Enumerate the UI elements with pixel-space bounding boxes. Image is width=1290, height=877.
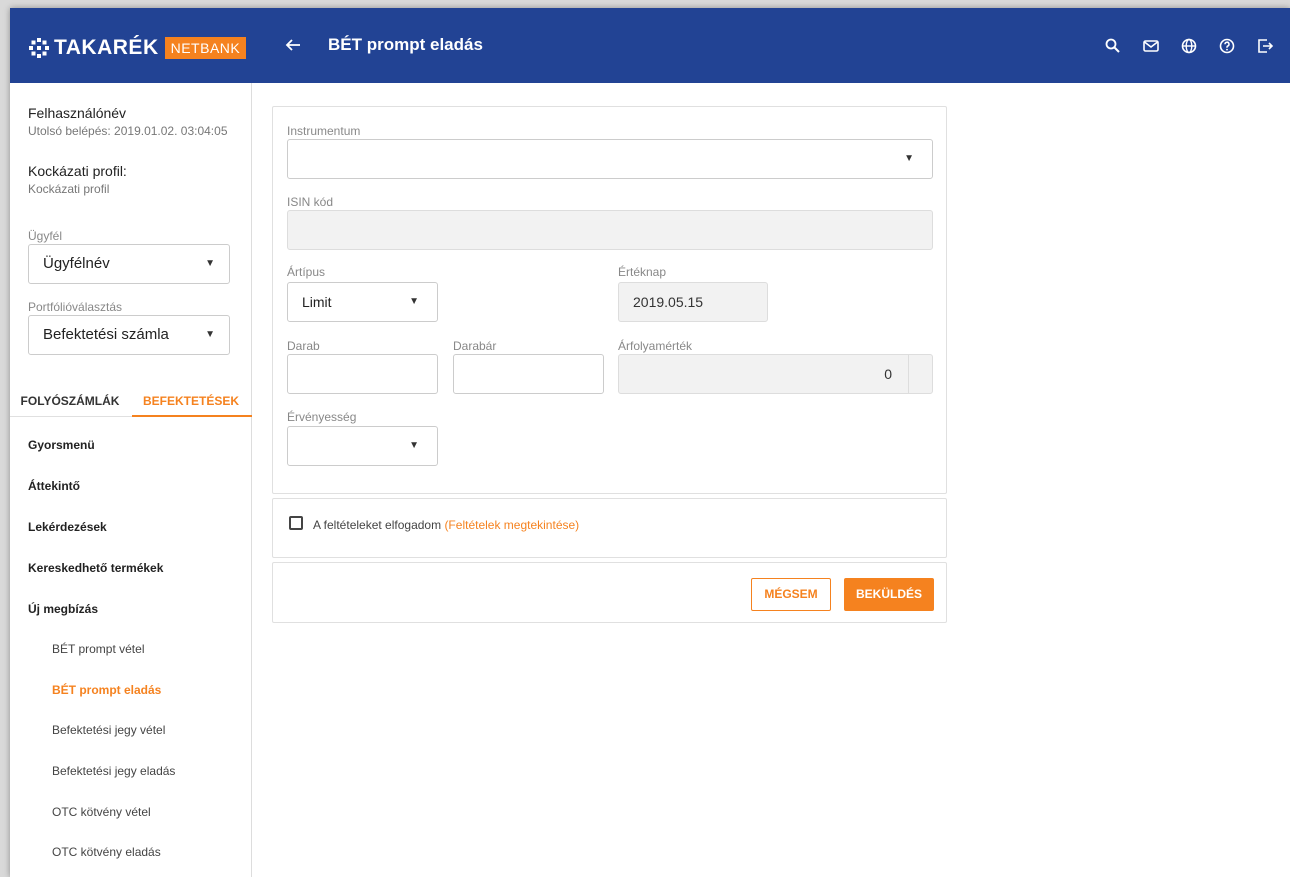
rate-value-suffix (908, 355, 932, 393)
user-name: Felhasználónév (28, 105, 127, 121)
cancel-button[interactable]: MÉGSEM (751, 578, 831, 611)
submenu-item-bet-buy[interactable]: BÉT prompt vétel (52, 642, 144, 656)
value-date-label: Értéknap (618, 265, 667, 279)
value-date-value: 2019.05.15 (633, 294, 704, 310)
submenu-item-otc-sell[interactable]: OTC kötvény eladás (52, 845, 161, 859)
chevron-down-icon: ▼ (205, 329, 215, 340)
rate-value-label: Árfolyamérték (618, 339, 693, 353)
isin-label: ISIN kód (287, 195, 334, 209)
logo-mark-icon (28, 37, 50, 59)
risk-profile-value: Kockázati profil (28, 182, 110, 196)
last-login: Utolsó belépés: 2019.01.02. 03:04:05 (28, 124, 228, 138)
menu-item-overview[interactable]: Áttekintő (28, 479, 80, 493)
active-tab-indicator (132, 415, 252, 417)
logout-icon[interactable] (1254, 35, 1276, 57)
portfolio-select-value: Befektetési számla (43, 326, 169, 343)
terms-label: A feltételeket elfogadom (Feltételek meg… (313, 518, 579, 532)
validity-label: Érvényesség (287, 410, 357, 424)
instrument-label: Instrumentum (287, 124, 361, 138)
quantity-label: Darab (287, 339, 320, 353)
sidebar-tabs: FOLYÓSZÁMLÁK BEFEKTETÉSEK (10, 379, 252, 417)
tab-investments[interactable]: BEFEKTETÉSEK (130, 394, 252, 408)
menu-item-tradable-products[interactable]: Kereskedhető termékek (28, 561, 163, 575)
price-type-value: Limit (302, 294, 332, 310)
chevron-down-icon: ▼ (205, 258, 215, 269)
submenu-item-otc-buy[interactable]: OTC kötvény vétel (52, 805, 151, 819)
terms-text: A feltételeket elfogadom (313, 518, 442, 532)
actions-card: MÉGSEM BEKÜLDÉS (272, 562, 947, 623)
terms-link[interactable]: (Feltételek megtekintése) (444, 518, 579, 532)
mail-icon[interactable] (1140, 35, 1162, 57)
submit-button[interactable]: BEKÜLDÉS (844, 578, 934, 611)
risk-profile-title: Kockázati profil: (28, 163, 127, 179)
globe-icon[interactable] (1178, 35, 1200, 57)
chevron-down-icon: ▼ (409, 296, 419, 307)
submenu-item-bet-sell[interactable]: BÉT prompt eladás (52, 683, 161, 697)
search-icon[interactable] (1102, 35, 1124, 57)
portfolio-label: Portfólióválasztás (28, 300, 123, 314)
unit-price-label: Darabár (453, 339, 497, 353)
chevron-down-icon: ▼ (409, 440, 419, 451)
rate-value-value: 0 (884, 366, 892, 382)
back-arrow-icon[interactable] (282, 36, 304, 58)
validity-select[interactable]: ▼ (287, 426, 438, 466)
instrument-select[interactable]: ▼ (287, 139, 933, 179)
quantity-input[interactable] (287, 354, 438, 394)
rate-value-field: 0 (618, 354, 933, 394)
app-window: TAKARÉK NETBANK BÉT prompt eladás Felhas… (10, 8, 1290, 877)
logo-text: TAKARÉK (54, 36, 159, 59)
price-type-label: Ártípus (287, 265, 326, 279)
submenu-item-fund-sell[interactable]: Befektetési jegy eladás (52, 764, 175, 778)
top-bar: TAKARÉK NETBANK BÉT prompt eladás (10, 8, 1290, 83)
terms-checkbox[interactable] (289, 516, 303, 530)
menu-item-quickmenu[interactable]: Gyorsmenü (28, 438, 95, 452)
order-form-card: Instrumentum ▼ ISIN kód Ártípus Limit ▼ … (272, 106, 947, 494)
submenu-item-fund-buy[interactable]: Befektetési jegy vétel (52, 723, 165, 737)
unit-price-input[interactable] (453, 354, 604, 394)
page-title: BÉT prompt eladás (328, 35, 483, 54)
portfolio-select[interactable]: Befektetési számla ▼ (28, 315, 230, 355)
logo-badge: NETBANK (164, 37, 247, 59)
chevron-down-icon: ▼ (904, 153, 914, 164)
terms-card: A feltételeket elfogadom (Feltételek meg… (272, 498, 947, 558)
tab-accounts[interactable]: FOLYÓSZÁMLÁK (10, 394, 130, 408)
logo: TAKARÉK NETBANK (28, 34, 247, 62)
header-actions (1102, 35, 1276, 57)
client-select-value: Ügyfélnév (43, 255, 110, 272)
price-type-select[interactable]: Limit ▼ (287, 282, 438, 322)
value-date-field: 2019.05.15 (618, 282, 768, 322)
client-label: Ügyfél (28, 229, 63, 243)
isin-field (287, 210, 933, 250)
menu-item-queries[interactable]: Lekérdezések (28, 520, 107, 534)
client-select[interactable]: Ügyfélnév ▼ (28, 244, 230, 284)
menu-item-new-order[interactable]: Új megbízás (28, 602, 98, 616)
sidebar: Felhasználónév Utolsó belépés: 2019.01.0… (10, 83, 252, 877)
help-icon[interactable] (1216, 35, 1238, 57)
